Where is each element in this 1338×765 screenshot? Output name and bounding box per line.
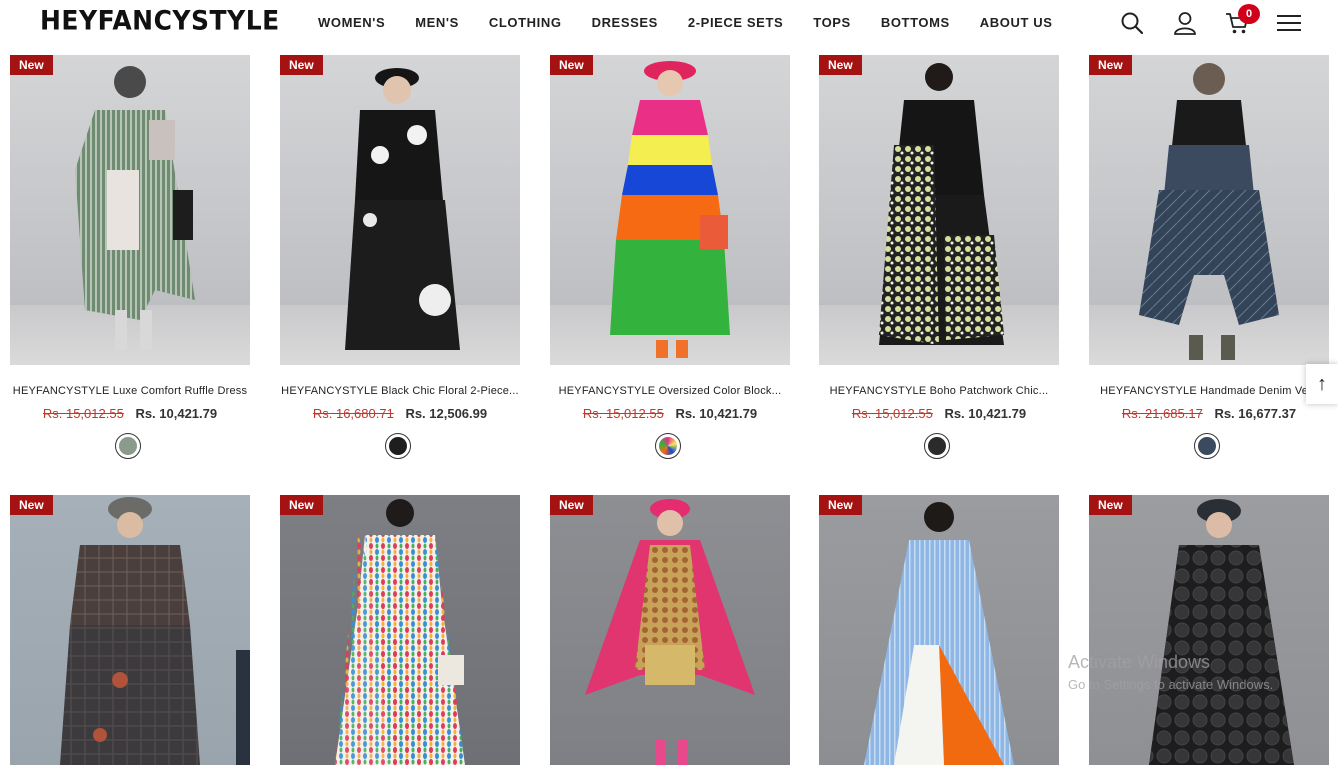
new-badge: New — [819, 55, 862, 75]
new-badge: New — [550, 495, 593, 515]
product-prices: Rs. 16,680.71 Rs. 12,506.99 — [280, 406, 520, 421]
product-image[interactable] — [819, 495, 1059, 765]
color-swatch[interactable] — [924, 433, 950, 459]
site-header: HEYFANCYSTYLE WOMEN'S MEN'S CLOTHING DRE… — [0, 0, 1338, 46]
model-figure — [1139, 63, 1279, 360]
product-image[interactable] — [1089, 495, 1329, 765]
main-nav: WOMEN'S MEN'S CLOTHING DRESSES 2-PIECE S… — [303, 15, 1068, 30]
wall-frame — [236, 650, 250, 765]
product-image[interactable] — [280, 55, 520, 365]
sale-price: Rs. 10,421.79 — [135, 406, 218, 421]
nav-item-womens[interactable]: WOMEN'S — [318, 15, 385, 30]
nav-item-clothing[interactable]: CLOTHING — [489, 15, 562, 30]
model-figure — [585, 499, 755, 765]
product-image[interactable] — [280, 495, 520, 765]
nav-item-about-us[interactable]: ABOUT US — [980, 15, 1053, 30]
model-figure — [879, 63, 1004, 345]
color-swatch[interactable] — [1194, 433, 1220, 459]
model-figure — [610, 61, 730, 358]
product-image[interactable] — [550, 55, 790, 365]
user-icon[interactable] — [1172, 10, 1198, 36]
nav-item-bottoms[interactable]: BOTTOMS — [881, 15, 950, 30]
product-prices: Rs. 15,012.55 Rs. 10,421.79 — [819, 406, 1059, 421]
nav-item-dresses[interactable]: DRESSES — [592, 15, 658, 30]
new-badge: New — [1089, 495, 1132, 515]
scroll-to-top-button[interactable]: ↑ — [1306, 364, 1338, 404]
brand-logo[interactable]: HEYFANCYSTYLE — [40, 5, 280, 35]
product-title[interactable]: HEYFANCYSTYLE Boho Patchwork Chic... — [819, 385, 1059, 397]
original-price: Rs. 16,680.71 — [312, 406, 394, 421]
product-prices: Rs. 21,685.17 Rs. 16,677.37 — [1089, 406, 1329, 421]
product-title[interactable]: HEYFANCYSTYLE Black Chic Floral 2-Piece.… — [280, 385, 520, 397]
new-badge: New — [280, 495, 323, 515]
original-price: Rs. 15,012.55 — [42, 406, 124, 421]
model-figure — [335, 499, 465, 765]
windows-activation-watermark: Activate Windows Go to Settings to activ… — [1068, 652, 1273, 692]
color-swatch[interactable] — [655, 433, 681, 459]
color-swatch[interactable] — [115, 433, 141, 459]
product-title[interactable]: HEYFANCYSTYLE Luxe Comfort Ruffle Dress — [10, 385, 250, 397]
color-swatch[interactable] — [385, 433, 411, 459]
product-title[interactable]: HEYFANCYSTYLE Oversized Color Block... — [550, 385, 790, 397]
product-title[interactable]: HEYFANCYSTYLE Handmade Denim Ve... — [1089, 385, 1329, 397]
product-image[interactable] — [10, 55, 250, 365]
nav-item-tops[interactable]: TOPS — [813, 15, 851, 30]
cart-count-badge: 0 — [1238, 4, 1260, 24]
sale-price: Rs. 10,421.79 — [675, 406, 758, 421]
model-figure — [1149, 499, 1294, 765]
model-figure — [60, 497, 200, 765]
watermark-title: Activate Windows — [1068, 652, 1211, 672]
new-badge: New — [1089, 55, 1132, 75]
product-image[interactable] — [550, 495, 790, 765]
product-prices: Rs. 15,012.55 Rs. 10,421.79 — [10, 406, 250, 421]
new-badge: New — [550, 55, 593, 75]
new-badge: New — [819, 495, 862, 515]
product-image[interactable] — [10, 495, 250, 765]
model-figure — [864, 502, 1014, 765]
model-figure — [345, 68, 460, 350]
nav-item-2-piece-sets[interactable]: 2-PIECE SETS — [688, 15, 783, 30]
nav-item-mens[interactable]: MEN'S — [415, 15, 459, 30]
sale-price: Rs. 12,506.99 — [405, 406, 488, 421]
original-price: Rs. 15,012.55 — [851, 406, 933, 421]
search-icon[interactable] — [1119, 10, 1145, 36]
original-price: Rs. 15,012.55 — [582, 406, 664, 421]
sale-price: Rs. 10,421.79 — [944, 406, 1027, 421]
watermark-subtitle: Go to Settings to activate Windows. — [1068, 677, 1274, 692]
new-badge: New — [280, 55, 323, 75]
new-badge: New — [10, 55, 53, 75]
menu-icon[interactable] — [1276, 10, 1302, 36]
sale-price: Rs. 16,677.37 — [1214, 406, 1297, 421]
product-prices: Rs. 15,012.55 Rs. 10,421.79 — [550, 406, 790, 421]
product-image[interactable] — [819, 55, 1059, 365]
new-badge: New — [10, 495, 53, 515]
product-image[interactable] — [1089, 55, 1329, 365]
original-price: Rs. 21,685.17 — [1121, 406, 1203, 421]
model-figure — [75, 66, 195, 350]
